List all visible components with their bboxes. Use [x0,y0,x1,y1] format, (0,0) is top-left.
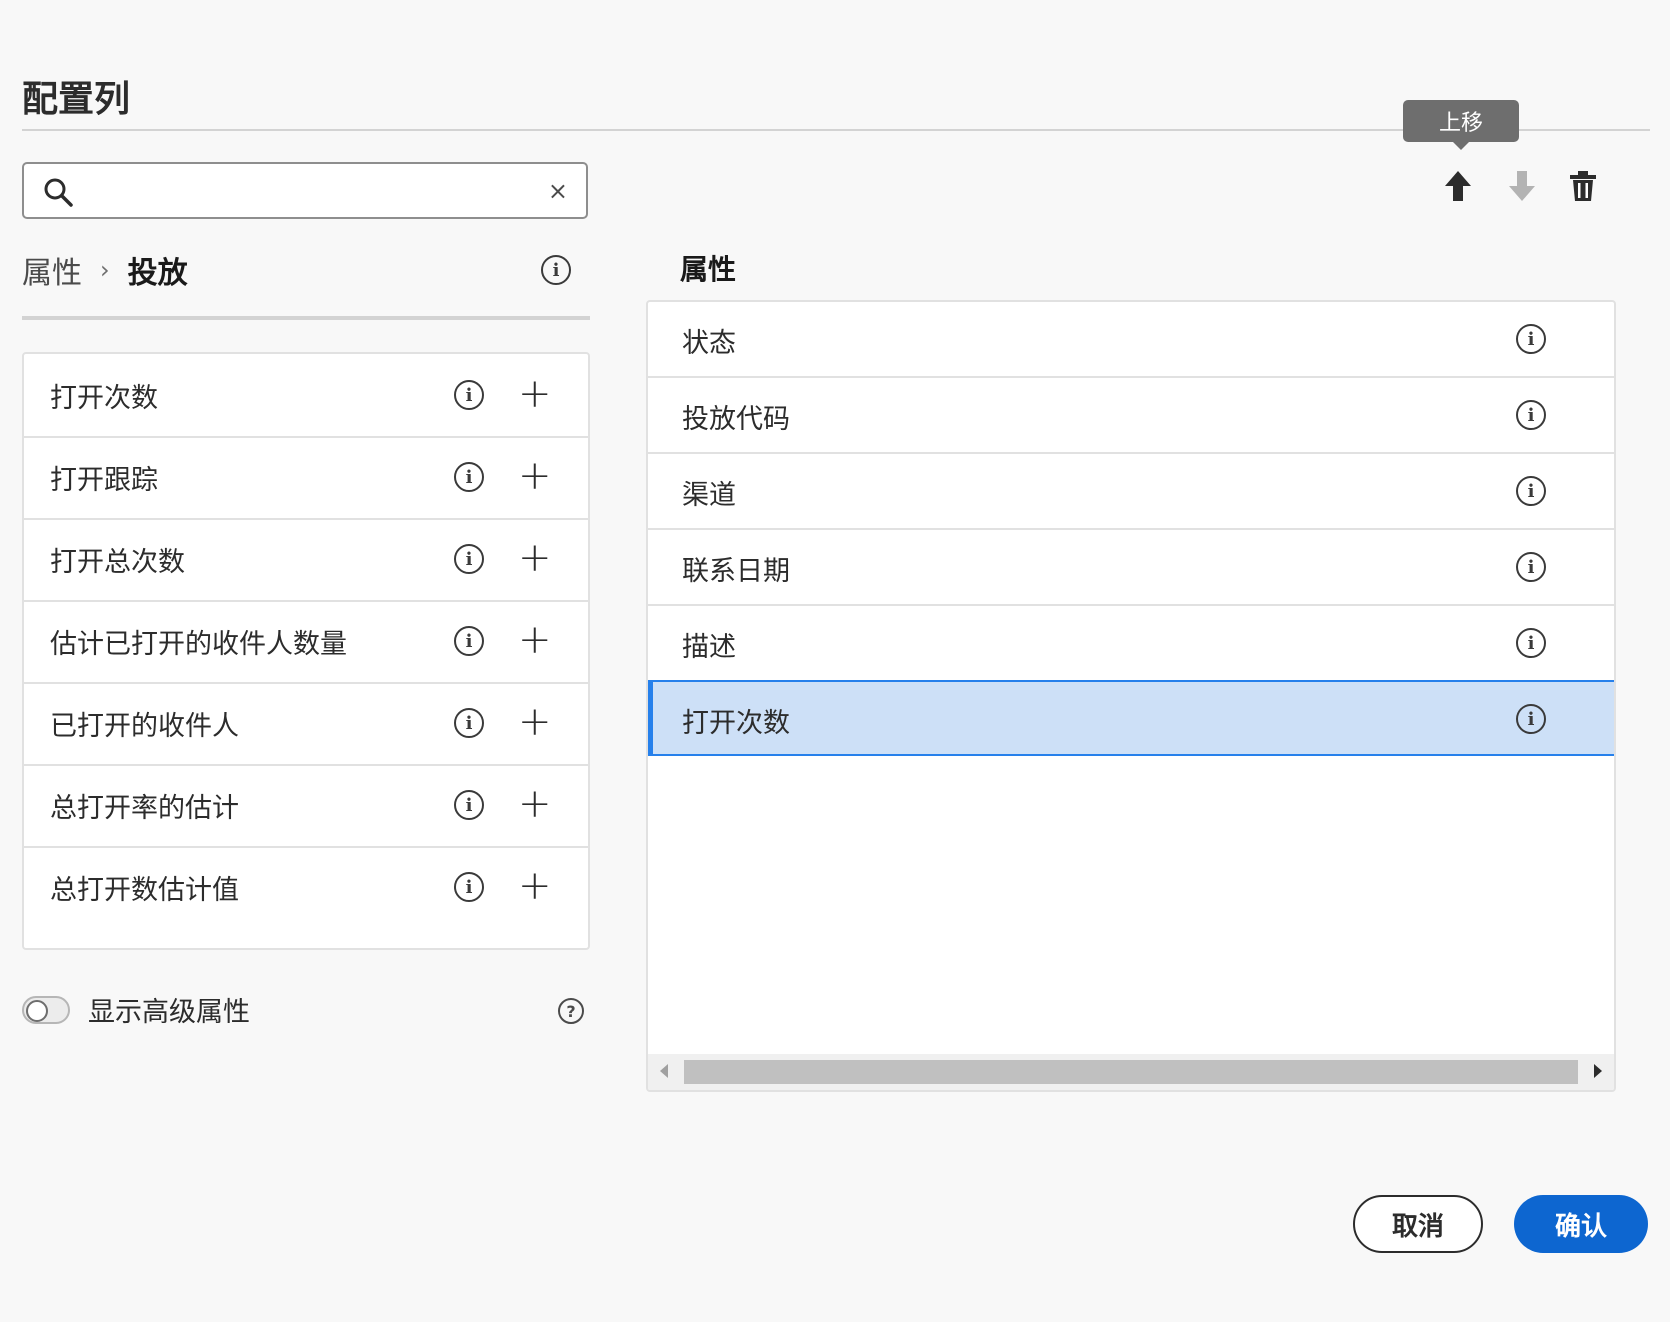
plus-icon[interactable]: + [518,456,552,496]
table-row-label: 投放代码 [682,404,790,435]
table-row[interactable]: 状态 i [648,302,1614,378]
toggle-knob [26,1000,48,1022]
info-icon[interactable]: i [1516,400,1546,430]
info-icon[interactable]: i [454,380,484,410]
list-item[interactable]: 打开总次数 i + [24,518,588,602]
search-field[interactable]: × [22,162,588,219]
selected-columns-table: 状态 i 投放代码 i 渠道 i 联系日期 i 描述 i 打开次数 i [646,300,1616,1092]
list-item[interactable]: 打开次数 i + [24,354,588,438]
arrow-up-icon [1445,171,1471,201]
plus-icon[interactable]: + [518,538,552,578]
table-row-selected[interactable]: 打开次数 i [648,680,1614,756]
info-icon[interactable]: i [541,255,571,285]
plus-icon[interactable]: + [518,866,552,906]
info-icon[interactable]: i [454,544,484,574]
horizontal-scrollbar[interactable] [648,1054,1614,1090]
table-row-label: 状态 [682,328,736,359]
search-input[interactable] [88,172,532,210]
list-item[interactable]: 已打开的收件人 i + [24,682,588,766]
table-row[interactable]: 描述 i [648,606,1614,682]
list-item-label: 估计已打开的收件人数量 [50,629,347,660]
list-item-label: 打开次数 [50,383,158,414]
info-icon[interactable]: i [1516,704,1546,734]
delete-button[interactable] [1563,166,1603,206]
info-icon[interactable]: i [1516,552,1546,582]
breadcrumb-separator: › [100,256,110,284]
advanced-attributes-label: 显示高级属性 [88,997,250,1028]
list-item-label: 打开跟踪 [50,465,158,496]
search-icon [44,178,73,207]
trash-icon [1570,171,1596,201]
move-up-button[interactable] [1438,166,1478,206]
info-icon[interactable]: i [454,708,484,738]
list-item[interactable]: 估计已打开的收件人数量 i + [24,600,588,684]
info-icon[interactable]: i [1516,628,1546,658]
breadcrumb-current: 投放 [127,256,188,291]
list-item[interactable]: 打开跟踪 i + [24,436,588,520]
list-item[interactable]: 总打开率的估计 i + [24,764,588,848]
attribute-list: 打开次数 i + 打开跟踪 i + 打开总次数 i + 估计已打开的收件人数量 … [22,352,590,950]
help-icon[interactable]: ? [558,998,584,1024]
clear-icon[interactable]: × [548,177,568,205]
breadcrumb-divider [22,316,590,320]
plus-icon[interactable]: + [518,702,552,742]
table-row[interactable]: 投放代码 i [648,378,1614,454]
list-item-label: 打开总次数 [50,547,185,578]
arrow-down-icon [1509,171,1535,201]
scroll-left-icon[interactable] [660,1064,668,1078]
plus-icon[interactable]: + [518,784,552,824]
cancel-button[interactable]: 取消 [1353,1195,1483,1253]
dialog-title: 配置列 [22,79,131,120]
info-icon[interactable]: i [454,462,484,492]
tooltip-pointer [1452,141,1470,150]
scroll-right-icon[interactable] [1594,1064,1602,1078]
list-item-label: 已打开的收件人 [50,711,239,742]
info-icon[interactable]: i [1516,324,1546,354]
selected-columns-header: 属性 [680,253,737,286]
table-row-label: 描述 [682,632,736,663]
breadcrumb-root[interactable]: 属性 [22,248,82,292]
list-item-label: 总打开数估计值 [50,875,239,906]
plus-icon[interactable]: + [518,620,552,660]
move-up-tooltip: 上移 [1403,100,1519,142]
list-item[interactable]: 总打开数估计值 i + [24,846,588,930]
info-icon[interactable]: i [454,872,484,902]
table-row-label: 渠道 [682,480,736,511]
plus-icon[interactable]: + [518,374,552,414]
advanced-attributes-toggle[interactable] [22,996,70,1024]
list-item-label: 总打开率的估计 [50,793,239,824]
info-icon[interactable]: i [454,790,484,820]
table-row[interactable]: 联系日期 i [648,530,1614,606]
info-icon[interactable]: i [454,626,484,656]
table-row-label: 联系日期 [682,556,790,587]
info-icon[interactable]: i [1516,476,1546,506]
scrollbar-thumb[interactable] [684,1060,1578,1084]
breadcrumb: 属性 › 投放 [22,248,188,292]
table-row[interactable]: 渠道 i [648,454,1614,530]
confirm-button[interactable]: 确认 [1514,1195,1648,1253]
move-down-button[interactable] [1502,166,1542,206]
table-row-label: 打开次数 [682,708,790,739]
